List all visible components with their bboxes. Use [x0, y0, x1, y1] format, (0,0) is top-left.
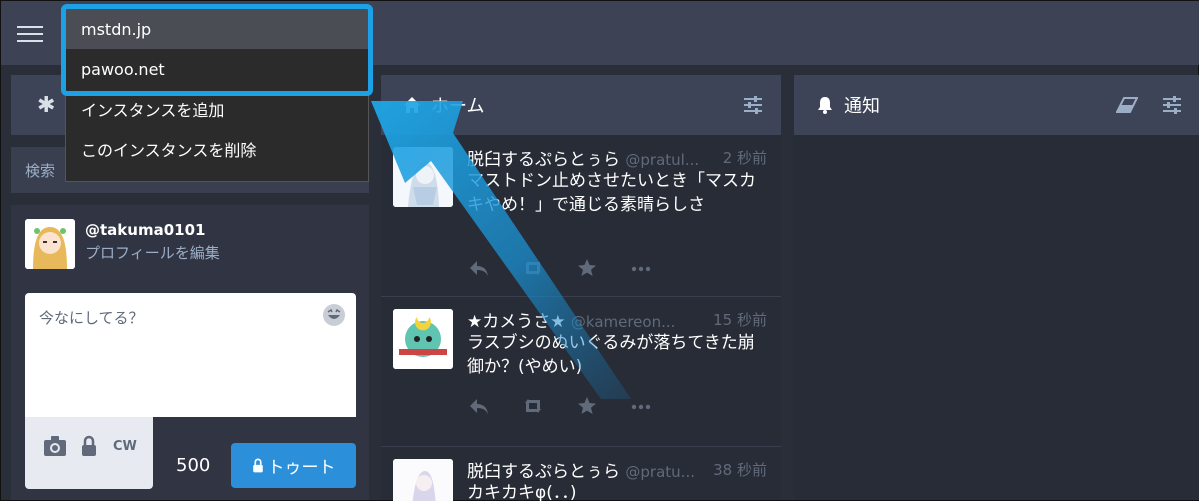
compose-textarea[interactable]: 今なにしてる？: [25, 293, 356, 417]
status-item[interactable]: 脱臼するぷらとぅら @pratu... 38 秒前 カキカキφ(．．): [381, 447, 781, 501]
status-content: カキカキφ(．．): [467, 483, 577, 501]
notifications-column-title: 通知: [844, 96, 880, 117]
home-icon: [404, 97, 420, 113]
lock-icon[interactable]: [81, 435, 97, 457]
account-handle: @takuma0101: [85, 221, 206, 239]
status-time[interactable]: 38 秒前: [713, 459, 767, 480]
status-display-name: 脱臼するぷらとぅら: [467, 462, 620, 482]
instance-highlight-box: [61, 4, 373, 96]
status-avatar[interactable]: [393, 309, 453, 369]
toot-button-label: トゥート: [267, 458, 336, 478]
more-icon[interactable]: [629, 397, 653, 415]
reply-icon[interactable]: [467, 397, 491, 415]
status-item[interactable]: 脱臼するぷらとぅら @pratul... 2 秒前 マストドン止めさせたいとき「…: [381, 135, 781, 297]
compose-toolbar: CW: [25, 417, 153, 489]
status-content: ラスブシのぬいぐるみが落ちてきた崩御か？(やめい): [467, 333, 755, 377]
boost-icon[interactable]: [521, 397, 545, 415]
notifications-column-header[interactable]: 通知: [794, 75, 1199, 135]
status-handle: @pratul...: [625, 151, 700, 169]
remove-instance-item[interactable]: このインスタンスを削除: [66, 129, 368, 169]
status-time[interactable]: 15 秒前: [713, 309, 767, 330]
status-item[interactable]: ★カメうさ★ @kamereon... 15 秒前 ラスブシのぬいぐるみが落ちて…: [381, 297, 781, 447]
home-column-header[interactable]: ホーム: [381, 75, 781, 135]
settings-sliders-icon[interactable]: [743, 96, 763, 114]
status-avatar[interactable]: [393, 459, 453, 501]
status-actions: [467, 259, 653, 277]
search-placeholder: 検索: [25, 162, 56, 180]
status-author: ★カメうさ★ @kamereon...: [467, 307, 675, 332]
status-display-name: ★カメうさ★: [467, 312, 566, 332]
asterisk-icon[interactable]: ✱: [37, 93, 55, 118]
status-avatar[interactable]: [393, 147, 453, 207]
home-column: ホーム 脱臼するぷらとぅら @pratul... 2 秒前 マストドン止めさせた…: [381, 75, 781, 501]
toot-button[interactable]: トゥート: [231, 443, 356, 488]
settings-sliders-icon[interactable]: [1162, 96, 1182, 114]
more-icon[interactable]: [629, 259, 653, 277]
status-display-name: 脱臼するぷらとぅら: [467, 150, 620, 170]
status-author: 脱臼するぷらとぅら @pratul...: [467, 145, 699, 170]
star-icon[interactable]: [575, 259, 599, 277]
boost-icon[interactable]: [521, 259, 545, 277]
status-handle: @pratu...: [625, 463, 695, 481]
home-column-title: ホーム: [431, 96, 485, 117]
status-handle: @kamereon...: [570, 313, 676, 331]
compose-placeholder: 今なにしてる？: [39, 309, 144, 327]
notifications-column: 通知: [794, 75, 1199, 500]
status-time[interactable]: 2 秒前: [723, 147, 767, 168]
reply-icon[interactable]: [467, 259, 491, 277]
compose-panel: @takuma0101 プロフィールを編集 今なにしてる？ CW 500 トゥー…: [11, 205, 369, 500]
star-icon[interactable]: [575, 397, 599, 415]
avatar[interactable]: [25, 219, 75, 269]
hamburger-icon[interactable]: [17, 24, 43, 42]
bell-icon: [818, 97, 832, 114]
edit-profile-link[interactable]: プロフィールを編集: [85, 242, 220, 263]
status-actions: [467, 397, 653, 415]
character-counter: 500: [176, 455, 211, 476]
status-author: 脱臼するぷらとぅら @pratu...: [467, 457, 695, 482]
status-content: マストドン止めさせたいとき「マスカキやめ！」で通じる素晴らしさ: [467, 171, 756, 215]
lock-icon: [252, 458, 263, 473]
camera-icon[interactable]: [43, 435, 67, 457]
emoji-icon[interactable]: [322, 303, 346, 327]
eraser-icon[interactable]: [1116, 97, 1138, 113]
cw-button[interactable]: CW: [113, 439, 137, 454]
